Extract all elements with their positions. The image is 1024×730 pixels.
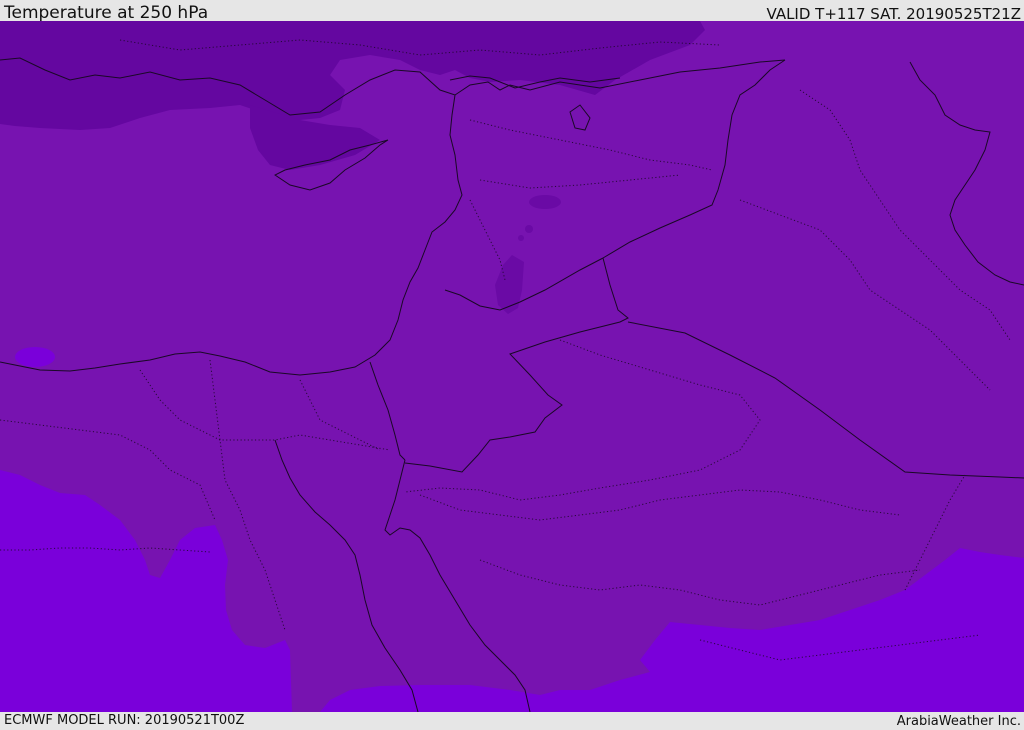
map-title: Temperature at 250 hPa <box>4 3 209 23</box>
cold-pocket-small <box>525 225 533 233</box>
model-run-label: ECMWF MODEL RUN: 20190521T00Z <box>4 713 245 728</box>
warm-spot-west <box>15 347 55 367</box>
header-bar: Temperature at 250 hPa VALID T+117 SAT. … <box>0 0 1024 23</box>
cold-pocket-syria <box>529 195 561 209</box>
credit-label: ArabiaWeather Inc. <box>896 714 1021 729</box>
map-area <box>0 21 1024 712</box>
footer-bar: ECMWF MODEL RUN: 20190521T00Z ArabiaWeat… <box>0 712 1024 729</box>
temperature-map <box>0 21 1024 712</box>
cold-pocket-small-2 <box>518 235 524 241</box>
